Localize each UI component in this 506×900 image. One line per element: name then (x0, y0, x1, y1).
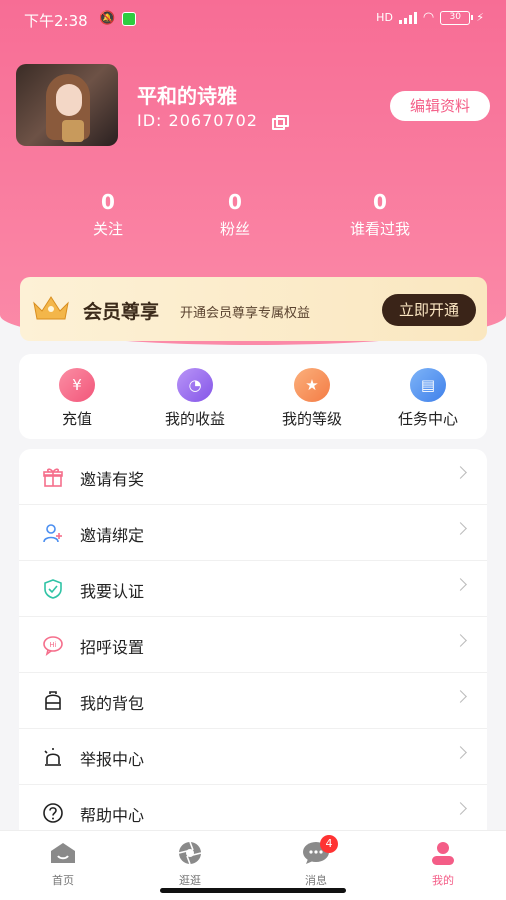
battery-icon: 30 (440, 10, 474, 25)
stat-fans-count: 0 (228, 190, 242, 214)
status-time: 下午2:38 (24, 12, 88, 30)
menu-item-label: 邀请有奖 (80, 470, 145, 489)
battery-level: 30 (449, 11, 461, 22)
signal-icon (398, 11, 417, 24)
stat-visitors[interactable]: 0 谁看过我 (335, 190, 425, 239)
task-icon: ▤ (410, 368, 446, 402)
help-icon (43, 803, 63, 823)
avatar-cup (62, 120, 84, 142)
svg-text:Hi: Hi (49, 641, 56, 649)
menu-item-label: 举报中心 (80, 750, 145, 769)
home-icon (51, 843, 75, 863)
yuan-icon: ¥ (59, 368, 95, 402)
stat-visitors-count: 0 (373, 190, 387, 214)
home-indicator[interactable] (160, 888, 346, 893)
add-user-icon (43, 524, 62, 543)
tab-label: 我的 (432, 874, 454, 887)
quick-action-label: 我的收益 (164, 410, 225, 428)
tab-profile[interactable]: 我的 (413, 841, 473, 888)
vip-open-button[interactable]: 立即开通 (382, 294, 476, 326)
shield-check-icon (44, 579, 62, 599)
quick-action-label: 充值 (61, 410, 92, 428)
quick-action-label: 我的等级 (281, 410, 342, 428)
quick-action-income[interactable]: ◔ 我的收益 (145, 368, 245, 429)
stat-following-label: 关注 (92, 220, 123, 238)
quick-action-task[interactable]: ▤ 任务中心 (378, 368, 478, 429)
stat-fans[interactable]: 0 粉丝 (195, 190, 275, 239)
status-indicators: HD ◠ 30 ⚡ (376, 10, 484, 25)
backpack-icon (45, 691, 61, 710)
income-icon: ◔ (177, 368, 213, 402)
quick-action-label: 任务中心 (397, 410, 458, 428)
alarm-icon (44, 748, 61, 766)
menu-item-label: 招呼设置 (80, 638, 145, 657)
tab-label: 消息 (305, 874, 327, 887)
tab-messages[interactable]: 4 消息 (286, 835, 346, 888)
quick-actions: ¥ 充值 ◔ 我的收益 ★ 我的等级 ▤ 任务中心 (19, 354, 487, 439)
mute-bell-icon: 🔕 (99, 11, 116, 26)
tab-label: 首页 (52, 874, 74, 887)
avatar[interactable] (16, 64, 118, 146)
wechat-notification-icon (122, 12, 136, 26)
tab-browse[interactable]: 逛逛 (160, 841, 220, 888)
status-bar: 下午2:38 🔕 HD ◠ 30 ⚡ (0, 0, 506, 40)
user-id-label: ID: (137, 111, 163, 130)
vip-title: 会员尊享 (83, 301, 160, 323)
menu-item-label: 我要认证 (80, 582, 145, 601)
level-icon: ★ (294, 368, 330, 402)
stat-fans-label: 粉丝 (219, 220, 250, 238)
profile-icon (432, 842, 454, 865)
copy-icon[interactable] (272, 115, 289, 130)
stat-visitors-label: 谁看过我 (349, 220, 410, 238)
quick-action-level[interactable]: ★ 我的等级 (262, 368, 362, 429)
chevron-right-icon (454, 802, 467, 815)
unread-badge: 4 (320, 835, 338, 853)
chevron-right-icon (454, 690, 467, 703)
chevron-right-icon (454, 634, 467, 647)
edit-profile-button[interactable]: 编辑资料 (390, 91, 490, 121)
menu-item-label: 我的背包 (80, 694, 145, 713)
hi-bubble-icon: Hi (43, 636, 63, 656)
vip-banner[interactable]: 会员尊享 开通会员尊享专属权益 立即开通 (20, 277, 487, 341)
tab-label: 逛逛 (179, 874, 201, 887)
aperture-icon (178, 841, 202, 865)
tab-home[interactable]: 首页 (33, 841, 93, 888)
menu-item-greeting-settings[interactable]: Hi 招呼设置 (19, 617, 487, 673)
wifi-icon: ◠ (422, 10, 435, 25)
stat-following[interactable]: 0 关注 (68, 190, 148, 239)
chevron-right-icon (454, 466, 467, 479)
charging-icon: ⚡ (476, 11, 484, 24)
avatar-face (56, 84, 82, 116)
username: 平和的诗雅 (137, 84, 237, 108)
menu-item-invite-bind[interactable]: 邀请绑定 (19, 505, 487, 561)
vip-subtitle: 开通会员尊享专属权益 (180, 306, 311, 321)
chevron-right-icon (454, 522, 467, 535)
network-type: HD (376, 11, 393, 24)
menu-item-label: 帮助中心 (80, 806, 145, 825)
menu-item-label: 邀请绑定 (80, 526, 145, 545)
settings-menu: 邀请有奖 邀请绑定 我要认证 Hi 招呼设置 我的背包 举报中心 帮助中心 (19, 449, 487, 849)
gift-icon (43, 468, 63, 487)
stat-following-count: 0 (101, 190, 115, 214)
menu-item-invite-reward[interactable]: 邀请有奖 (19, 449, 487, 505)
user-id-value: 20670702 (168, 111, 258, 130)
quick-action-recharge[interactable]: ¥ 充值 (27, 368, 127, 429)
crown-icon (33, 296, 69, 320)
user-id: ID: 20670702 (137, 111, 258, 130)
menu-item-verify[interactable]: 我要认证 (19, 561, 487, 617)
chevron-right-icon (454, 578, 467, 591)
menu-item-backpack[interactable]: 我的背包 (19, 673, 487, 729)
menu-item-report[interactable]: 举报中心 (19, 729, 487, 785)
chevron-right-icon (454, 746, 467, 759)
